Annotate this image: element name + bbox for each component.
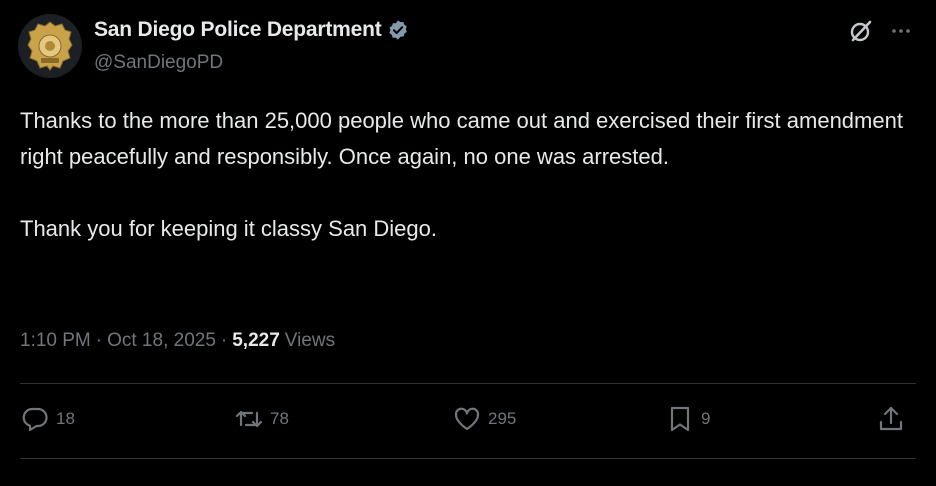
share-icon (879, 406, 903, 431)
more-icon[interactable] (888, 18, 914, 44)
author-name-row: San Diego Police Department (94, 18, 409, 42)
tweet-time[interactable]: 1:10 PM (20, 330, 91, 352)
like-button[interactable]: 295 (452, 404, 516, 434)
like-count: 295 (488, 409, 517, 428)
views-count: 5,227 (232, 330, 280, 351)
engagement-bar: 18 78 295 9 (20, 404, 916, 440)
repost-count: 78 (270, 409, 289, 428)
verified-badge-icon[interactable] (387, 19, 409, 41)
tweet-meta: 1:10 PM · Oct 18, 2025 · 5,227 Views (20, 330, 335, 352)
top-actions (848, 18, 914, 44)
meta-separator: · (95, 330, 103, 351)
police-badge-logo (27, 21, 73, 71)
bookmark-button[interactable]: 9 (665, 404, 710, 434)
divider (20, 458, 916, 459)
divider (20, 383, 916, 384)
author-display-name[interactable]: San Diego Police Department (94, 18, 382, 42)
avatar[interactable] (18, 14, 82, 78)
bookmark-icon (670, 406, 690, 432)
meta-separator: · (220, 330, 228, 351)
author-handle[interactable]: @SanDiegoPD (94, 52, 223, 74)
grok-icon[interactable] (848, 18, 874, 44)
reply-icon (22, 407, 48, 432)
like-icon (454, 407, 480, 431)
reply-count: 18 (56, 409, 75, 428)
share-button[interactable] (876, 404, 906, 434)
repost-icon (235, 410, 263, 428)
views-label: Views (284, 330, 336, 351)
reply-button[interactable]: 18 (20, 404, 75, 434)
tweet-text: Thanks to the more than 25,000 people wh… (20, 108, 903, 241)
bookmark-count: 9 (701, 409, 711, 428)
tweet-date[interactable]: Oct 18, 2025 (107, 330, 216, 352)
repost-button[interactable]: 78 (234, 404, 289, 434)
